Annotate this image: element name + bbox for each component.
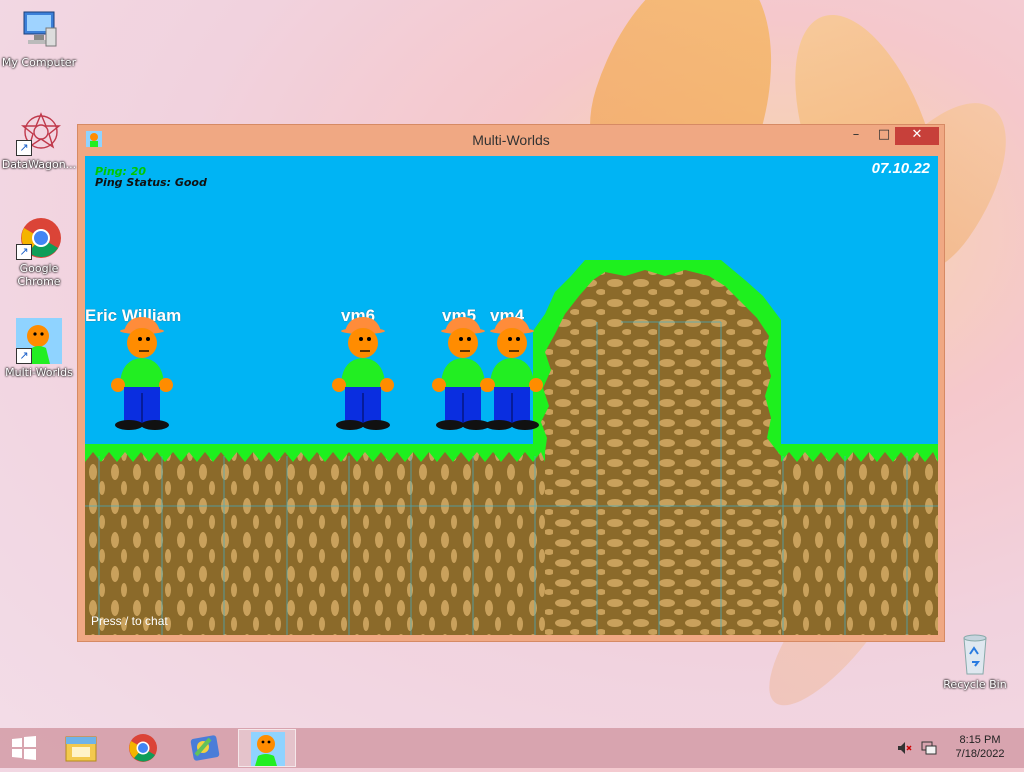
- desktop-icon-label: Multi-Worlds: [5, 366, 73, 379]
- desktop-icon-my-computer[interactable]: My Computer: [0, 8, 78, 69]
- maximize-button[interactable]: □: [871, 127, 897, 145]
- game-date: 07.10.22: [871, 160, 930, 177]
- taskbar-multi-worlds[interactable]: [238, 729, 296, 767]
- start-button[interactable]: [0, 729, 48, 767]
- network-icon[interactable]: [920, 740, 938, 759]
- shortcut-arrow-icon: ↗: [16, 348, 32, 364]
- taskbar-file-explorer[interactable]: [52, 729, 110, 767]
- computer-icon: [16, 8, 62, 54]
- shortcut-arrow-icon: ↗: [16, 244, 32, 260]
- multi-worlds-icon: [251, 732, 285, 766]
- media-app-icon: [190, 735, 220, 761]
- clock[interactable]: 8:15 PM 7/18/2022: [944, 734, 1016, 760]
- desktop-icon-google-chrome[interactable]: ↗ Google Chrome: [0, 214, 78, 288]
- window-titlebar[interactable]: Multi-Worlds – □ ✕: [78, 125, 944, 155]
- desktop-icon-label: Recycle Bin: [943, 678, 1007, 691]
- clock-date: 7/18/2022: [955, 748, 1005, 760]
- clock-time: 8:15 PM: [959, 734, 1001, 746]
- shortcut-arrow-icon: ↗: [16, 140, 32, 156]
- multi-worlds-icon: ↗: [16, 318, 62, 364]
- desktop-icon-multi-worlds[interactable]: ↗ Multi-Worlds: [0, 318, 78, 379]
- player-name-label: vm5: [442, 306, 477, 325]
- minimize-button[interactable]: –: [843, 127, 869, 145]
- recycle-bin-icon: [952, 630, 998, 676]
- chat-hint: Press / to chat: [91, 614, 168, 628]
- close-button[interactable]: ✕: [895, 127, 939, 145]
- taskbar-media-app[interactable]: [176, 729, 234, 767]
- chrome-icon: ↗: [16, 214, 62, 260]
- desktop-icon-datawagon[interactable]: ↗ DataWagon...: [0, 110, 78, 171]
- game-canvas[interactable]: Eric William vm6 vm5 vm4 Ping: 20 Ping S…: [85, 156, 938, 635]
- player-name-label: Eric William: [85, 306, 182, 325]
- ping-status: Ping Status: Good: [95, 176, 207, 189]
- player-name-label: vm6: [341, 306, 376, 325]
- player-name-label: vm4: [490, 306, 525, 325]
- ground-dirt: [85, 452, 545, 635]
- datawagon-logo-icon: ↗: [16, 110, 62, 156]
- desktop-icon-label: Google Chrome: [17, 262, 61, 288]
- file-explorer-icon: [65, 736, 97, 762]
- desktop-icon-label: My Computer: [1, 56, 77, 69]
- chrome-icon: [129, 734, 157, 762]
- ground-dirt: [781, 452, 938, 635]
- desktop-icon-label: DataWagon...: [1, 158, 77, 171]
- taskbar-chrome[interactable]: [114, 729, 172, 767]
- volume-muted-icon[interactable]: [896, 740, 912, 759]
- taskbar: 8:15 PM 7/18/2022: [0, 728, 1024, 768]
- window-title: Multi-Worlds: [472, 132, 550, 148]
- hill-dirt: [541, 270, 781, 635]
- multi-worlds-window[interactable]: Multi-Worlds – □ ✕ Eric William vm6 vm5 …: [77, 124, 945, 642]
- windows-start-icon: [12, 736, 36, 760]
- desktop-icon-recycle-bin[interactable]: Recycle Bin: [936, 630, 1014, 691]
- game-scene: [85, 260, 938, 635]
